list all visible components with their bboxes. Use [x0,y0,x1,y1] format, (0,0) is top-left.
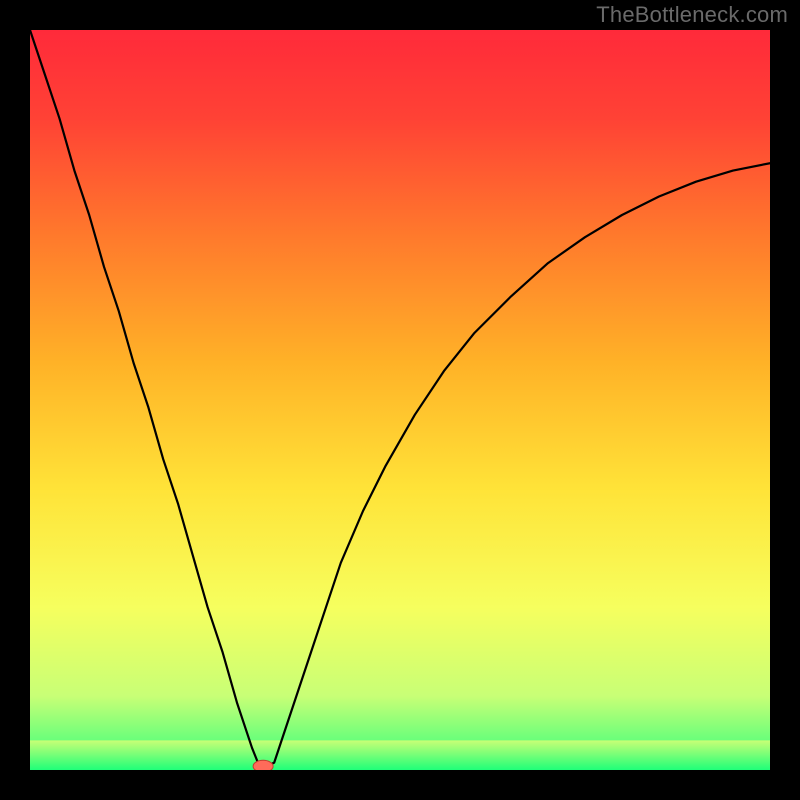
chart-frame: TheBottleneck.com [0,0,800,800]
gradient-background [30,30,770,770]
green-safe-band [30,740,770,770]
watermark-text: TheBottleneck.com [596,2,788,28]
optimal-point-marker [253,760,273,770]
bottleneck-curve-chart [30,30,770,770]
plot-area [30,30,770,770]
